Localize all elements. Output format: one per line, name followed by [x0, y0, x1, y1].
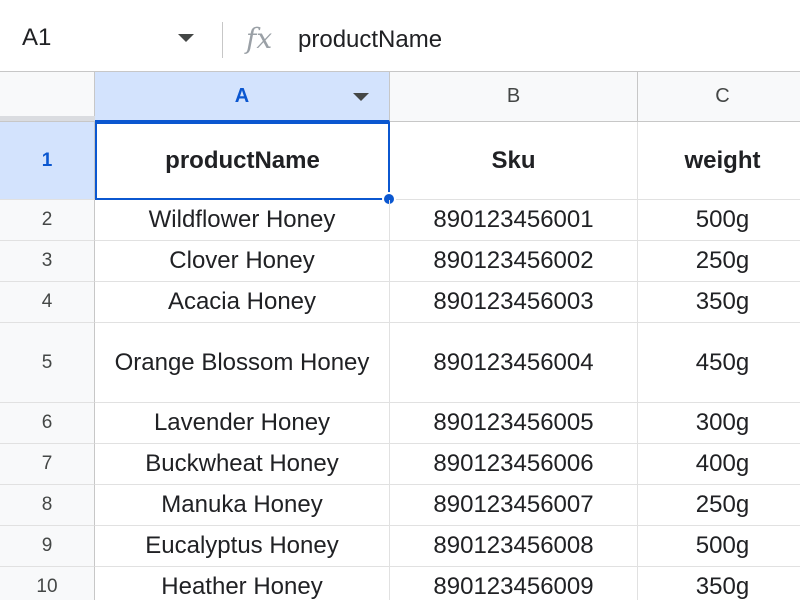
table-cell[interactable]: Sku [390, 122, 638, 200]
column-header-b[interactable]: B [390, 72, 638, 122]
formula-bar: A1 fx productName [0, 0, 800, 72]
table-cell[interactable]: 300g [638, 403, 800, 444]
column-header-c[interactable]: C [638, 72, 800, 122]
column-header-label: C [715, 85, 729, 108]
table-cell[interactable]: Heather Honey [95, 567, 390, 600]
table-cell[interactable]: 350g [638, 282, 800, 323]
active-cell[interactable]: productName [95, 122, 390, 200]
table-cell[interactable]: 890123456005 [390, 403, 638, 444]
name-box-value: A1 [22, 24, 51, 52]
row-header-4[interactable]: 4 [0, 282, 95, 323]
name-box[interactable]: A1 [0, 14, 210, 58]
row-header-2[interactable]: 2 [0, 200, 95, 241]
row-header-1[interactable]: 1 [0, 122, 95, 200]
spreadsheet-grid: A B C 1productNameSkuweight 2Wildflower H… [0, 72, 800, 600]
table-cell[interactable]: 350g [638, 567, 800, 600]
name-box-dropdown-icon[interactable] [178, 34, 194, 42]
row-header-8[interactable]: 8 [0, 485, 95, 526]
formula-bar-divider [222, 22, 223, 58]
table-cell[interactable]: Clover Honey [95, 241, 390, 282]
table-cell[interactable]: 500g [638, 526, 800, 567]
table-cell[interactable]: 890123456003 [390, 282, 638, 323]
table-cell[interactable]: 250g [638, 485, 800, 526]
table-cell[interactable]: Acacia Honey [95, 282, 390, 323]
table-cell[interactable]: Lavender Honey [95, 403, 390, 444]
column-header-label: A [235, 85, 249, 108]
select-all-corner[interactable] [0, 72, 95, 122]
formula-input[interactable]: productName [298, 26, 442, 54]
row-header-3[interactable]: 3 [0, 241, 95, 282]
table-cell[interactable]: Eucalyptus Honey [95, 526, 390, 567]
table-cell[interactable]: 500g [638, 200, 800, 241]
row-header-9[interactable]: 9 [0, 526, 95, 567]
table-cell[interactable]: weight [638, 122, 800, 200]
table-cell[interactable]: 250g [638, 241, 800, 282]
row-header-7[interactable]: 7 [0, 444, 95, 485]
table-cell[interactable]: 400g [638, 444, 800, 485]
table-cell[interactable]: 890123456008 [390, 526, 638, 567]
table-cell[interactable]: 890123456001 [390, 200, 638, 241]
table-cell[interactable]: 890123456009 [390, 567, 638, 600]
row-header-10[interactable]: 10 [0, 567, 95, 600]
table-cell[interactable]: 450g [638, 323, 800, 403]
column-header-a[interactable]: A [95, 72, 390, 122]
table-cell[interactable]: Manuka Honey [95, 485, 390, 526]
table-cell[interactable]: Buckwheat Honey [95, 444, 390, 485]
row-header-5[interactable]: 5 [0, 323, 95, 403]
fx-icon: fx [246, 22, 272, 55]
table-cell[interactable]: 890123456006 [390, 444, 638, 485]
table-cell[interactable]: 890123456002 [390, 241, 638, 282]
table-cell[interactable]: Orange Blossom Honey [95, 323, 390, 403]
column-header-label: B [507, 85, 520, 108]
column-menu-icon[interactable] [353, 93, 369, 101]
freeze-row-handle[interactable] [0, 116, 95, 121]
table-cell[interactable]: 890123456004 [390, 323, 638, 403]
row-header-6[interactable]: 6 [0, 403, 95, 444]
table-cell[interactable]: 890123456007 [390, 485, 638, 526]
table-cell[interactable]: Wildflower Honey [95, 200, 390, 241]
